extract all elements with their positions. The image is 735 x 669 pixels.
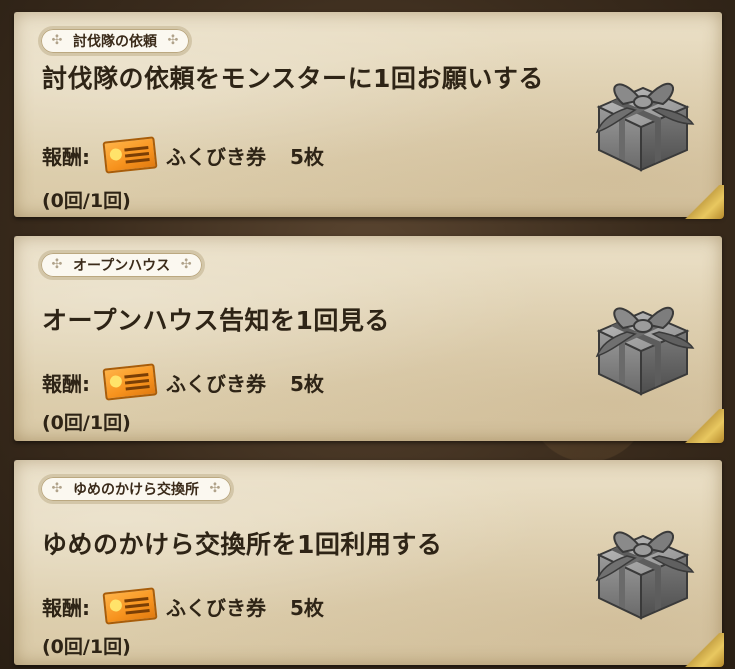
- quest-progress: (0回/1回): [42, 190, 131, 212]
- sparkle-icon: ✣: [209, 481, 221, 496]
- sparkle-icon: ✣: [180, 257, 192, 272]
- reward-count: 5枚: [290, 144, 324, 169]
- page-curl: [682, 633, 724, 667]
- page-curl: [682, 409, 724, 443]
- gift-box-icon[interactable]: [579, 276, 704, 401]
- quest-progress: (0回/1回): [42, 412, 131, 434]
- sparkle-icon: ✣: [51, 33, 63, 48]
- quest-category-tag: ✣ オープンハウス ✣: [38, 250, 206, 280]
- quest-reward: 報酬: ふくびき券 5枚: [42, 587, 324, 625]
- reward-label: 報酬:: [42, 595, 90, 620]
- sparkle-icon: ✣: [51, 481, 63, 496]
- sparkle-icon: ✣: [167, 33, 179, 48]
- quest-title: 討伐隊の依頼をモンスターに1回お願いする: [42, 64, 544, 93]
- quest-category-label: ゆめのかけら交換所: [73, 482, 199, 498]
- sparkle-icon: ✣: [51, 257, 63, 272]
- quest-category-tag: ✣ 討伐隊の依頼 ✣: [38, 26, 192, 56]
- ticket-icon: [102, 587, 158, 625]
- ticket-icon: [102, 363, 158, 401]
- quest-progress: (0回/1回): [42, 636, 131, 658]
- reward-count: 5枚: [290, 371, 324, 396]
- quest-title: オープンハウス告知を1回見る: [42, 306, 390, 335]
- quest-card[interactable]: ✣ ゆめのかけら交換所 ✣ ゆめのかけら交換所を1回利用する 報酬: ふくびき券…: [14, 460, 724, 667]
- gift-box-icon[interactable]: [579, 500, 704, 625]
- quest-category-tag: ✣ ゆめのかけら交換所 ✣: [38, 474, 234, 504]
- quest-category-label: 討伐隊の依頼: [73, 34, 157, 50]
- page-curl: [682, 185, 724, 219]
- reward-item: ふくびき券: [166, 595, 266, 620]
- reward-label: 報酬:: [42, 371, 90, 396]
- quest-list: ✣ 討伐隊の依頼 ✣ 討伐隊の依頼をモンスターに1回お願いする 報酬: ふくびき…: [0, 0, 735, 669]
- quest-reward: 報酬: ふくびき券 5枚: [42, 363, 324, 401]
- quest-title: ゆめのかけら交換所を1回利用する: [42, 530, 443, 559]
- gift-box-icon[interactable]: [579, 52, 704, 177]
- quest-category-label: オープンハウス: [73, 258, 171, 274]
- reward-label: 報酬:: [42, 144, 90, 169]
- quest-card[interactable]: ✣ オープンハウス ✣ オープンハウス告知を1回見る 報酬: ふくびき券 5枚 …: [14, 236, 724, 443]
- ticket-icon: [102, 136, 158, 174]
- reward-item: ふくびき券: [166, 371, 266, 396]
- quest-reward: 報酬: ふくびき券 5枚: [42, 136, 324, 174]
- reward-item: ふくびき券: [166, 144, 266, 169]
- reward-count: 5枚: [290, 595, 324, 620]
- quest-card[interactable]: ✣ 討伐隊の依頼 ✣ 討伐隊の依頼をモンスターに1回お願いする 報酬: ふくびき…: [14, 12, 724, 219]
